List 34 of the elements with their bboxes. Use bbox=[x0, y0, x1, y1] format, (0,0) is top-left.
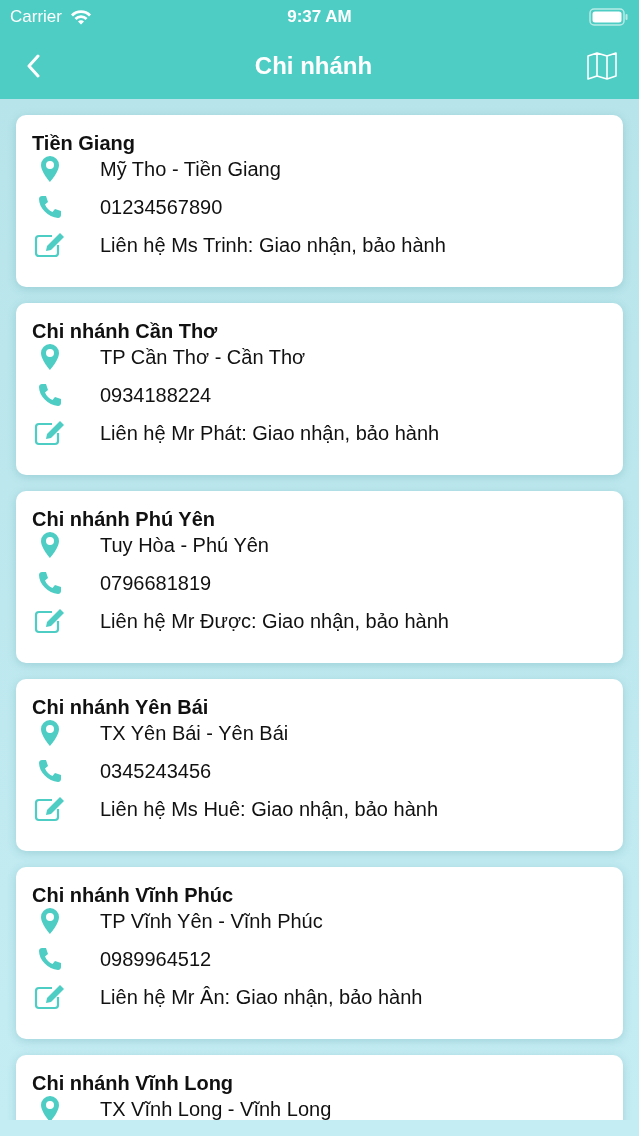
branch-card[interactable]: Chi nhánh Cần Thơ TP Cần Thơ - Cần Thơ 0934188224 Liên hệ Mr Phát: Giao nhận, bảo hành bbox=[16, 303, 623, 475]
branch-address: TP Cần Thơ - Cần Thơ bbox=[100, 345, 306, 369]
branch-card[interactable]: Tiền Giang Mỹ Tho - Tiền Giang 01234567890 Liên hệ Ms Trinh: Giao nhận, bảo hành bbox=[16, 115, 623, 287]
branch-name: Chi nhánh Cần Thơ bbox=[32, 319, 219, 343]
branch-name: Chi nhánh Phú Yên bbox=[32, 507, 216, 531]
branch-phone[interactable]: 0989964512 bbox=[100, 947, 212, 971]
branch-name: Chi nhánh Vĩnh Long bbox=[32, 1071, 235, 1095]
nav-title: Chi nhánh bbox=[254, 52, 373, 80]
branch-name: Chi nhánh Vĩnh Phúc bbox=[32, 883, 235, 907]
branch-card[interactable]: Chi nhánh Vĩnh Long TX Vĩnh Long - Vĩnh Long bbox=[16, 1055, 623, 1120]
battery-icon bbox=[589, 7, 629, 26]
carrier-label: Carrier bbox=[10, 6, 62, 27]
branch-phone[interactable]: 0934188224 bbox=[100, 383, 212, 407]
branch-address: TX Yên Bái - Yên Bái bbox=[100, 721, 289, 745]
branch-contact: Liên hệ Mr Được: Giao nhận, bảo hành bbox=[100, 609, 449, 633]
branch-phone[interactable]: 01234567890 bbox=[100, 195, 223, 219]
branch-contact: Liên hệ Mr Ân: Giao nhận, bảo hành bbox=[100, 985, 423, 1009]
branch-name: Chi nhánh Yên Bái bbox=[32, 695, 210, 719]
branch-address: Tuy Hòa - Phú Yên bbox=[100, 533, 269, 557]
branch-address: TP Vĩnh Yên - Vĩnh Phúc bbox=[100, 909, 323, 933]
map-button[interactable] bbox=[585, 50, 619, 82]
wifi-icon bbox=[69, 8, 92, 25]
branch-contact: Liên hệ Ms Trinh: Giao nhận, bảo hành bbox=[100, 233, 446, 257]
branch-phone[interactable]: 0345243456 bbox=[100, 759, 212, 783]
status-time: 9:37 AM bbox=[287, 6, 352, 27]
branch-phone[interactable]: 0796681819 bbox=[100, 571, 212, 595]
branch-address: Mỹ Tho - Tiền Giang bbox=[100, 157, 281, 181]
branch-contact: Liên hệ Ms Huê: Giao nhận, bảo hành bbox=[100, 797, 439, 821]
branch-contact: Liên hệ Mr Phát: Giao nhận, bảo hành bbox=[100, 421, 440, 445]
branch-card[interactable]: Chi nhánh Yên Bái TX Yên Bái - Yên Bái 0345243456 Liên hệ Ms Huê: Giao nhận, bảo hành bbox=[16, 679, 623, 851]
branch-address: TX Vĩnh Long - Vĩnh Long bbox=[100, 1097, 332, 1120]
branch-card[interactable]: Chi nhánh Vĩnh Phúc TP Vĩnh Yên - Vĩnh Phúc 0989964512 Liên hệ Mr Ân: Giao nhận, bảo hành bbox=[16, 867, 623, 1039]
branch-card[interactable]: Chi nhánh Phú Yên Tuy Hòa - Phú Yên 0796681819 Liên hệ Mr Được: Giao nhận, bảo hành bbox=[16, 491, 623, 663]
branch-name: Tiền Giang bbox=[32, 131, 136, 155]
